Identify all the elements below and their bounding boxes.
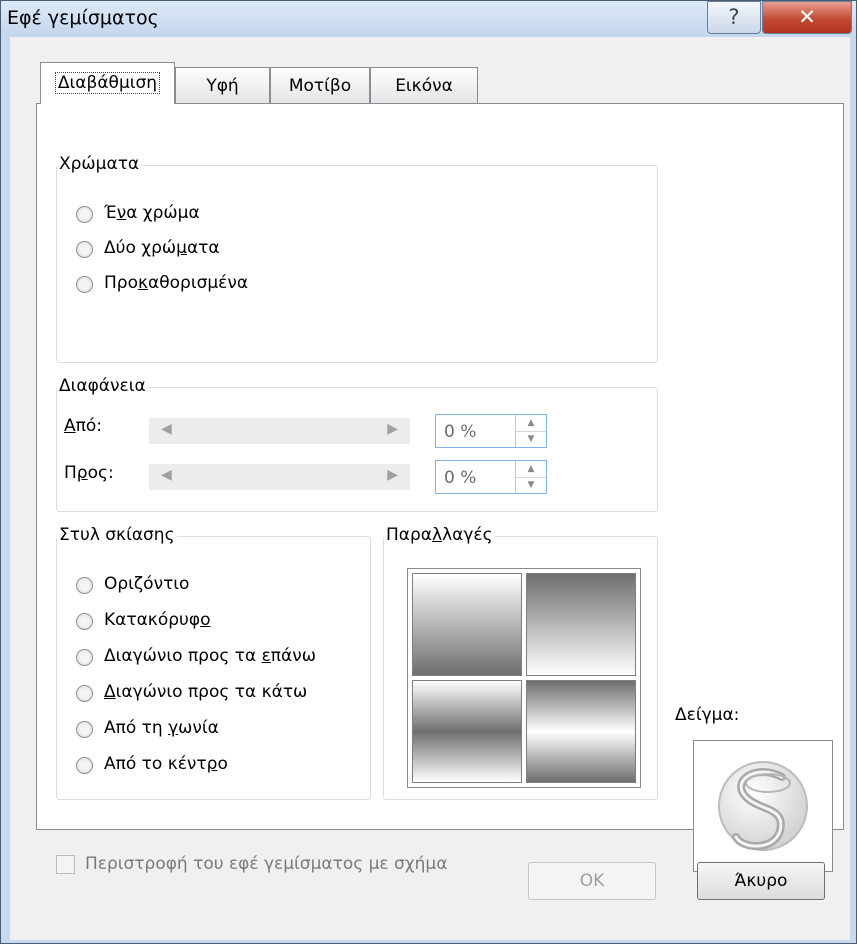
slider-right-arrow-icon[interactable]: ▶ [387,467,398,483]
close-icon: ✕ [798,5,816,29]
tab-pattern[interactable]: Μοτίβο [270,67,370,103]
shading-styles-label: Στυλ σκίασης [57,525,177,545]
from-center-label: Από το κέντρο [104,754,228,774]
to-slider[interactable]: ◀ ▶ [149,464,410,490]
variants-group: Παραλλαγές [383,525,658,800]
to-spinbox[interactable]: 0 % ▲ ▼ [435,460,547,494]
to-value[interactable]: 0 % [444,468,476,488]
variant-swatch-4[interactable] [526,680,636,783]
tab-texture[interactable]: Υφή [175,67,270,103]
diagonal-down-label: Διαγώνιο προς τα κάτω [104,682,308,702]
variants-label: Παραλλαγές [384,525,495,545]
variant-swatch-3[interactable] [412,680,522,783]
diagonal-up-label: Διαγώνιο προς τα επάνω [104,646,316,666]
one-color-label: Ένα χρώμα [104,203,200,223]
shading-styles-group: Στυλ σκίασης Οριζόντιο Κατακόρυφο Διαγών… [56,525,371,800]
dialog-client: Διαβάθμιση Υφή Μοτίβο Εικόνα Χρώματα Ένα… [10,37,850,940]
radio-two-colors[interactable] [76,241,93,258]
sample-label: Δείγμα: [675,705,740,725]
radio-one-color[interactable] [76,206,93,223]
to-label: Προς: [64,463,114,483]
sample-logo-icon [718,761,808,851]
gradient-panel: Χρώματα Ένα χρώμα Δύο χρώματα Προκαθορισ… [36,103,844,874]
variants-grid [407,568,641,788]
vertical-label: Κατακόρυφο [104,610,211,630]
variant-swatch-1[interactable] [412,573,522,676]
spin-up-icon[interactable]: ▲ [516,415,546,432]
preset-label: Προκαθορισμένα [104,273,249,293]
dialog-title: Εφέ γεμίσματος [7,7,159,29]
slider-left-arrow-icon[interactable]: ◀ [161,467,172,483]
colors-group: Χρώματα Ένα χρώμα Δύο χρώματα Προκαθορισ… [56,154,658,363]
rotate-with-shape-checkbox[interactable] [56,855,75,874]
close-button[interactable]: ✕ [762,1,852,34]
radio-from-corner[interactable] [76,721,93,738]
help-button[interactable]: ? [707,1,761,34]
colors-group-label: Χρώματα [57,154,142,174]
spin-up-icon[interactable]: ▲ [516,461,546,478]
two-colors-label: Δύο χρώματα [104,238,220,258]
title-bar: Εφέ γεμίσματος ? ✕ [1,1,856,37]
radio-diagonal-up[interactable] [76,649,93,666]
from-spinbox[interactable]: 0 % ▲ ▼ [435,414,547,448]
from-slider[interactable]: ◀ ▶ [149,418,410,444]
radio-horizontal[interactable] [76,577,93,594]
variant-swatch-2[interactable] [526,573,636,676]
spin-down-icon[interactable]: ▼ [516,477,546,493]
help-icon: ? [728,5,740,29]
rotate-with-shape-label: Περιστροφή του εφέ γεμίσματος με σχήμα [85,854,448,874]
radio-preset[interactable] [76,276,93,293]
cancel-button[interactable]: Άκυρο [697,862,825,900]
sample-preview [693,740,833,872]
from-spin-buttons: ▲ ▼ [515,415,546,447]
to-spin-buttons: ▲ ▼ [515,461,546,493]
from-corner-label: Από τη γωνία [104,718,219,738]
transparency-group: Διαφάνεια Από: ◀ ▶ 0 % ▲ ▼ Προς: ◀ ▶ 0 %… [56,376,658,512]
horizontal-label: Οριζόντιο [104,574,190,594]
radio-from-center[interactable] [76,757,93,774]
from-value[interactable]: 0 % [444,422,476,442]
ok-button[interactable]: OK [528,862,656,900]
from-label: Από: [64,416,103,436]
fill-effects-dialog: Εφέ γεμίσματος ? ✕ Διαβάθμιση Υφή Μοτίβο… [0,0,857,944]
slider-left-arrow-icon[interactable]: ◀ [161,421,172,437]
radio-vertical[interactable] [76,613,93,630]
transparency-group-label: Διαφάνεια [57,376,148,396]
tab-gradient[interactable]: Διαβάθμιση [40,62,175,104]
radio-diagonal-down[interactable] [76,685,93,702]
slider-right-arrow-icon[interactable]: ▶ [387,421,398,437]
spin-down-icon[interactable]: ▼ [516,431,546,447]
tab-picture[interactable]: Εικόνα [370,67,478,103]
